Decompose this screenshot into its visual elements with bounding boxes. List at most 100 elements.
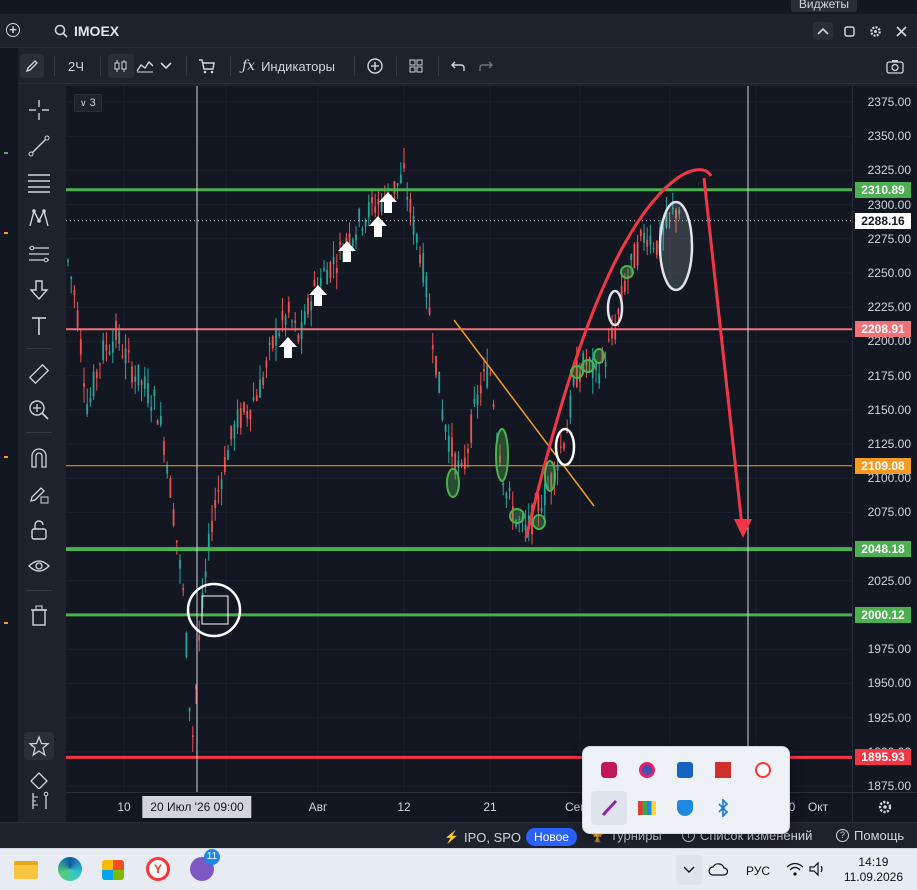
tray-app-icon[interactable] (591, 753, 627, 787)
tray-camera-icon[interactable] (629, 753, 665, 787)
zoom-icon[interactable] (24, 396, 54, 424)
candle-body (323, 268, 325, 271)
candle-body (467, 448, 469, 453)
candle-body (361, 228, 364, 231)
area-chart-icon[interactable] (136, 54, 154, 78)
candle-body (415, 234, 418, 243)
price-tick: 2175.00 (867, 368, 911, 383)
indicators-button[interactable]: ƒx Индикаторы (242, 54, 335, 78)
price-tick: 2025.00 (867, 573, 911, 588)
tray-chevron-up-icon[interactable] (676, 855, 702, 885)
price-axis[interactable]: 2375.00 2350.00 2325.00 2300.00 2275.00 2250.… (852, 86, 917, 793)
folder-icon[interactable] (14, 857, 40, 883)
price-level-label: 2310.89 (855, 181, 911, 198)
messenger-icon[interactable]: 11 (190, 849, 220, 883)
ruler-icon[interactable] (24, 360, 54, 388)
arrow-down-icon[interactable] (24, 276, 54, 304)
help-label: Помощь (854, 828, 905, 843)
candle-body (291, 321, 293, 323)
favorites-star-icon[interactable] (24, 732, 54, 760)
candle-body (649, 235, 652, 245)
clock-time: 14:19 (858, 855, 889, 869)
gear-icon[interactable] (865, 22, 885, 40)
candle-body (460, 463, 463, 466)
crosshair-icon[interactable] (24, 96, 54, 124)
trend-line-icon[interactable] (24, 132, 54, 160)
candle-body (150, 406, 153, 411)
candle-body (134, 376, 137, 382)
candle-body (604, 362, 607, 367)
tray-security-icon[interactable] (667, 791, 703, 825)
candle-body (281, 310, 284, 321)
unlock-icon[interactable] (24, 516, 54, 544)
help-link[interactable]: ? Помощь (836, 828, 904, 843)
text-icon[interactable] (24, 312, 54, 340)
redo-icon[interactable] (478, 54, 494, 78)
interval-badge[interactable]: ∨ 3 (74, 94, 102, 112)
maximize-icon[interactable] (839, 22, 859, 40)
pattern-icon[interactable] (24, 204, 54, 232)
trash-icon[interactable] (24, 602, 54, 630)
layout-grid-icon[interactable] (408, 54, 424, 78)
edge-browser-icon[interactable] (58, 857, 84, 883)
tray-yandex-icon[interactable] (745, 753, 781, 787)
chart-canvas (66, 86, 852, 792)
price-level-label: 2048.18 (855, 541, 911, 558)
candle-body (265, 360, 268, 368)
candle-body (99, 363, 101, 365)
candle-body (278, 333, 281, 336)
parallel-lines-icon[interactable] (24, 168, 54, 196)
candle-body (230, 426, 233, 440)
tray-store-icon[interactable] (667, 753, 703, 787)
candle-body (457, 460, 460, 469)
candle-body (441, 409, 444, 420)
symbol-name[interactable]: IMOEX (74, 23, 119, 39)
candle-body (147, 383, 149, 404)
tray-hdd-icon[interactable] (629, 791, 665, 825)
candle-body (246, 411, 249, 419)
interval-button[interactable]: 2Ч (68, 54, 84, 78)
undo-icon[interactable] (450, 54, 466, 78)
candles-icon[interactable] (108, 54, 134, 78)
tray-amd-icon[interactable] (705, 753, 741, 787)
chart-pane[interactable] (66, 86, 852, 792)
cart-icon[interactable] (198, 54, 216, 78)
chevron-down-icon[interactable] (160, 54, 172, 78)
clock[interactable]: 14:19 11.09.2026 (844, 855, 903, 885)
add-symbol-icon[interactable]: + (6, 23, 20, 37)
eye-icon[interactable] (24, 552, 54, 580)
candle-body (470, 414, 473, 443)
candle-body (524, 524, 527, 531)
notification-badge: 11 (204, 849, 220, 865)
candle-body (83, 383, 85, 387)
tray-pen-icon[interactable] (591, 791, 627, 825)
function-icon: ƒx (242, 58, 256, 74)
gear-icon[interactable] (877, 799, 893, 815)
camera-icon[interactable] (886, 54, 904, 78)
candle-body (326, 269, 329, 285)
magnet-icon[interactable] (24, 444, 54, 472)
price-tick: 2150.00 (867, 402, 911, 417)
bluetooth-icon[interactable] (705, 791, 741, 825)
collapse-icon[interactable] (813, 22, 833, 40)
pencil-icon[interactable] (20, 54, 44, 78)
close-icon[interactable] (891, 22, 911, 40)
candle-body (300, 322, 303, 339)
yandex-browser-icon[interactable]: Y (146, 857, 172, 883)
lock-drawings-icon[interactable] (24, 480, 54, 508)
add-alert-icon[interactable] (366, 54, 384, 78)
store-icon[interactable] (102, 857, 128, 883)
candle-body (617, 309, 620, 315)
price-scale-icon[interactable] (24, 786, 54, 814)
candle-body (367, 202, 370, 218)
ipo-link[interactable]: ⚡ IPO, SPO Новое (444, 828, 577, 846)
wifi-icon[interactable] (786, 861, 804, 882)
widgets-button[interactable]: Виджеты (790, 0, 857, 12)
fibonacci-icon[interactable] (24, 240, 54, 268)
top-strip: Виджеты (0, 0, 917, 14)
candle-body (652, 248, 655, 250)
search-icon[interactable] (54, 24, 68, 38)
volume-icon[interactable] (808, 861, 826, 882)
language-indicator[interactable]: РУС (746, 864, 770, 878)
cloud-icon[interactable] (708, 861, 729, 882)
